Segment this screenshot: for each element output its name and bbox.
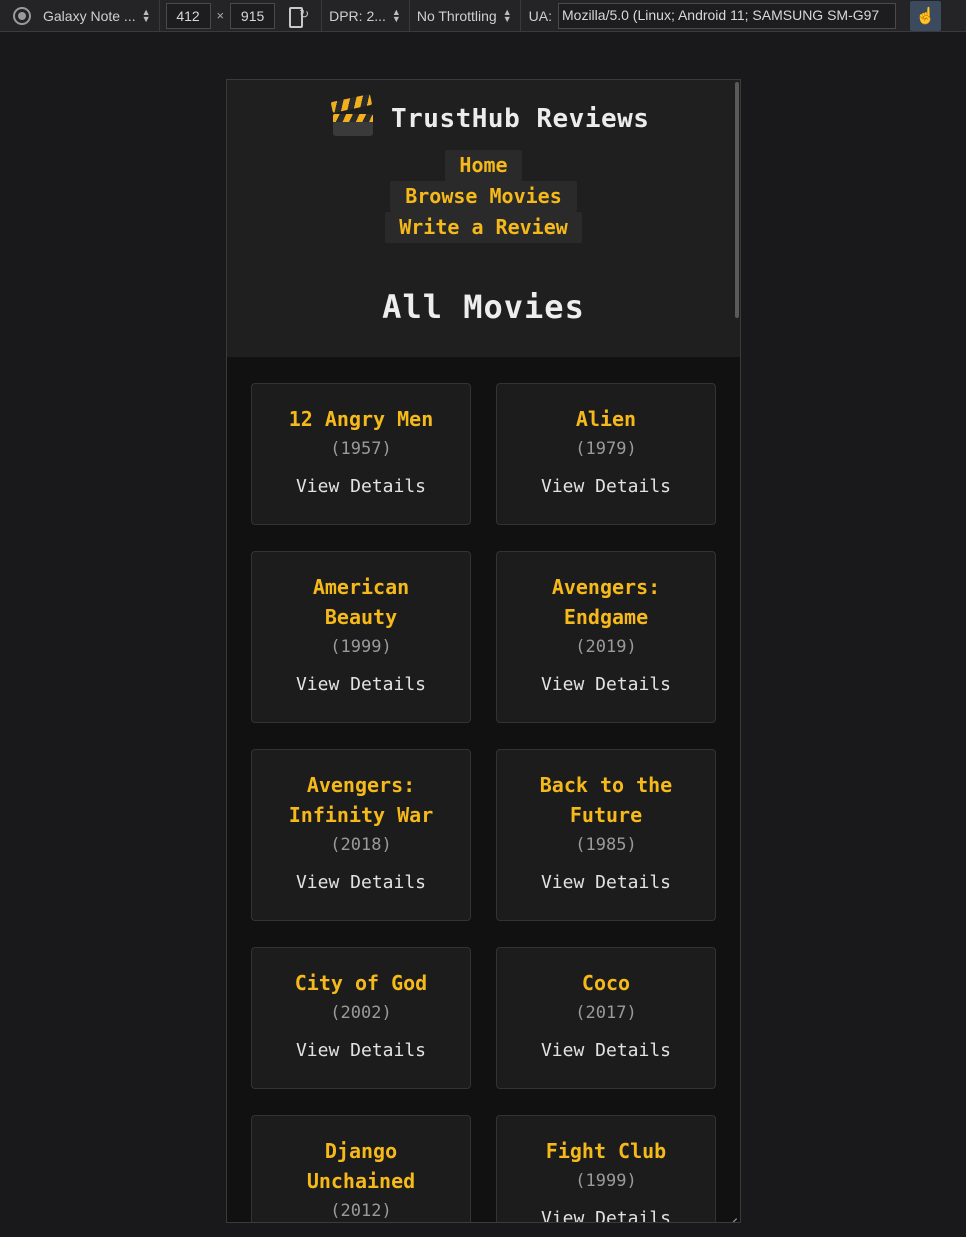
devtools-device-toolbar: Galaxy Note ... ▲▼ 412 × 915 DPR: 2... ▲… bbox=[0, 0, 966, 32]
toolbar-divider bbox=[158, 0, 160, 32]
view-details-link[interactable]: View Details bbox=[541, 476, 671, 498]
view-details-link[interactable]: View Details bbox=[541, 1040, 671, 1062]
brand[interactable]: TrustHub Reviews bbox=[330, 93, 650, 138]
view-details-link[interactable]: View Details bbox=[541, 1208, 671, 1222]
view-details-link[interactable]: View Details bbox=[296, 476, 426, 498]
nav-home-link[interactable]: Home bbox=[445, 150, 522, 181]
movie-title: Avengers: Endgame bbox=[551, 575, 661, 629]
nav-browse-movies-link[interactable]: Browse Movies bbox=[390, 181, 577, 212]
select-arrows-icon: ▲ ▼ bbox=[391, 6, 401, 24]
throttling-select[interactable]: No Throttling ▲ ▼ bbox=[410, 0, 520, 32]
movie-year: (2017) bbox=[575, 1003, 637, 1023]
movie-year: (1999) bbox=[330, 637, 392, 657]
movie-title: Avengers: Infinity War bbox=[288, 773, 434, 827]
width-input[interactable]: 412 bbox=[165, 2, 211, 29]
brand-title: TrustHub Reviews bbox=[391, 104, 650, 134]
movie-year: (2012) bbox=[330, 1201, 392, 1221]
view-details-link[interactable]: View Details bbox=[541, 872, 671, 894]
movie-card[interactable]: Coco (2017) View Details bbox=[496, 947, 716, 1089]
touch-emulation-icon[interactable]: ☝ bbox=[910, 1, 941, 31]
user-agent-input[interactable]: Mozilla/5.0 (Linux; Android 11; SAMSUNG … bbox=[558, 2, 896, 29]
dpr-select[interactable]: DPR: 2... ▲ ▼ bbox=[322, 0, 409, 32]
view-details-link[interactable]: View Details bbox=[296, 1040, 426, 1062]
viewport-scrollbar[interactable] bbox=[735, 82, 739, 318]
rotate-icon[interactable] bbox=[287, 6, 309, 28]
select-arrows-icon: ▲ ▼ bbox=[141, 6, 151, 24]
select-arrows-icon: ▲ ▼ bbox=[502, 6, 512, 24]
movie-year: (1985) bbox=[575, 835, 637, 855]
movie-title: Fight Club bbox=[545, 1139, 667, 1163]
main-nav: Home Browse Movies Write a Review bbox=[227, 150, 740, 243]
movie-year: (2019) bbox=[575, 637, 637, 657]
clapperboard-icon bbox=[330, 93, 375, 138]
movie-title: 12 Angry Men bbox=[288, 407, 434, 431]
movie-card[interactable]: Avengers: Infinity War (2018) View Detai… bbox=[251, 749, 471, 921]
movie-title: Django Unchained bbox=[306, 1139, 416, 1193]
site-header: TrustHub Reviews Home Browse Movies Writ… bbox=[227, 80, 740, 357]
movie-title: Coco bbox=[581, 971, 631, 995]
view-details-link[interactable]: View Details bbox=[296, 872, 426, 894]
view-details-link[interactable]: View Details bbox=[541, 674, 671, 696]
movie-card[interactable]: American Beauty (1999) View Details bbox=[251, 551, 471, 723]
movie-card[interactable]: Avengers: Endgame (2019) View Details bbox=[496, 551, 716, 723]
device-viewport: TrustHub Reviews Home Browse Movies Writ… bbox=[226, 79, 741, 1223]
dpr-select-value: DPR: 2... bbox=[329, 7, 386, 24]
movie-year: (2002) bbox=[330, 1003, 392, 1023]
movie-card[interactable]: Back to the Future (1985) View Details bbox=[496, 749, 716, 921]
throttling-select-value: No Throttling bbox=[416, 7, 497, 24]
view-details-link[interactable]: View Details bbox=[296, 674, 426, 696]
movie-year: (1979) bbox=[575, 439, 637, 459]
dimension-separator: × bbox=[216, 8, 225, 23]
movie-card[interactable]: Django Unchained (2012) View Details bbox=[251, 1115, 471, 1222]
movie-title: Alien bbox=[575, 407, 637, 431]
device-select[interactable]: Galaxy Note ... ▲ ▼ bbox=[43, 0, 159, 32]
toolbar-divider bbox=[519, 0, 521, 32]
ua-label: UA: bbox=[528, 7, 552, 24]
movie-grid: 12 Angry Men (1957) View Details Alien (… bbox=[251, 383, 717, 1222]
movie-card[interactable]: City of God (2002) View Details bbox=[251, 947, 471, 1089]
movie-title: Back to the Future bbox=[539, 773, 673, 827]
page-title: All Movies bbox=[382, 288, 585, 326]
movie-card[interactable]: Fight Club (1999) View Details bbox=[496, 1115, 716, 1222]
movie-title: City of God bbox=[294, 971, 428, 995]
movie-year: (1957) bbox=[330, 439, 392, 459]
nav-write-review-link[interactable]: Write a Review bbox=[385, 212, 582, 243]
movie-card[interactable]: Alien (1979) View Details bbox=[496, 383, 716, 525]
movie-card[interactable]: 12 Angry Men (1957) View Details bbox=[251, 383, 471, 525]
resize-handle-icon[interactable] bbox=[724, 1206, 740, 1222]
movie-year: (1999) bbox=[575, 1171, 637, 1191]
movie-title: American Beauty bbox=[312, 575, 410, 629]
device-select-value: Galaxy Note ... bbox=[43, 7, 136, 24]
chrome-icon bbox=[13, 6, 31, 25]
movie-year: (2018) bbox=[330, 835, 392, 855]
height-input[interactable]: 915 bbox=[230, 2, 276, 29]
